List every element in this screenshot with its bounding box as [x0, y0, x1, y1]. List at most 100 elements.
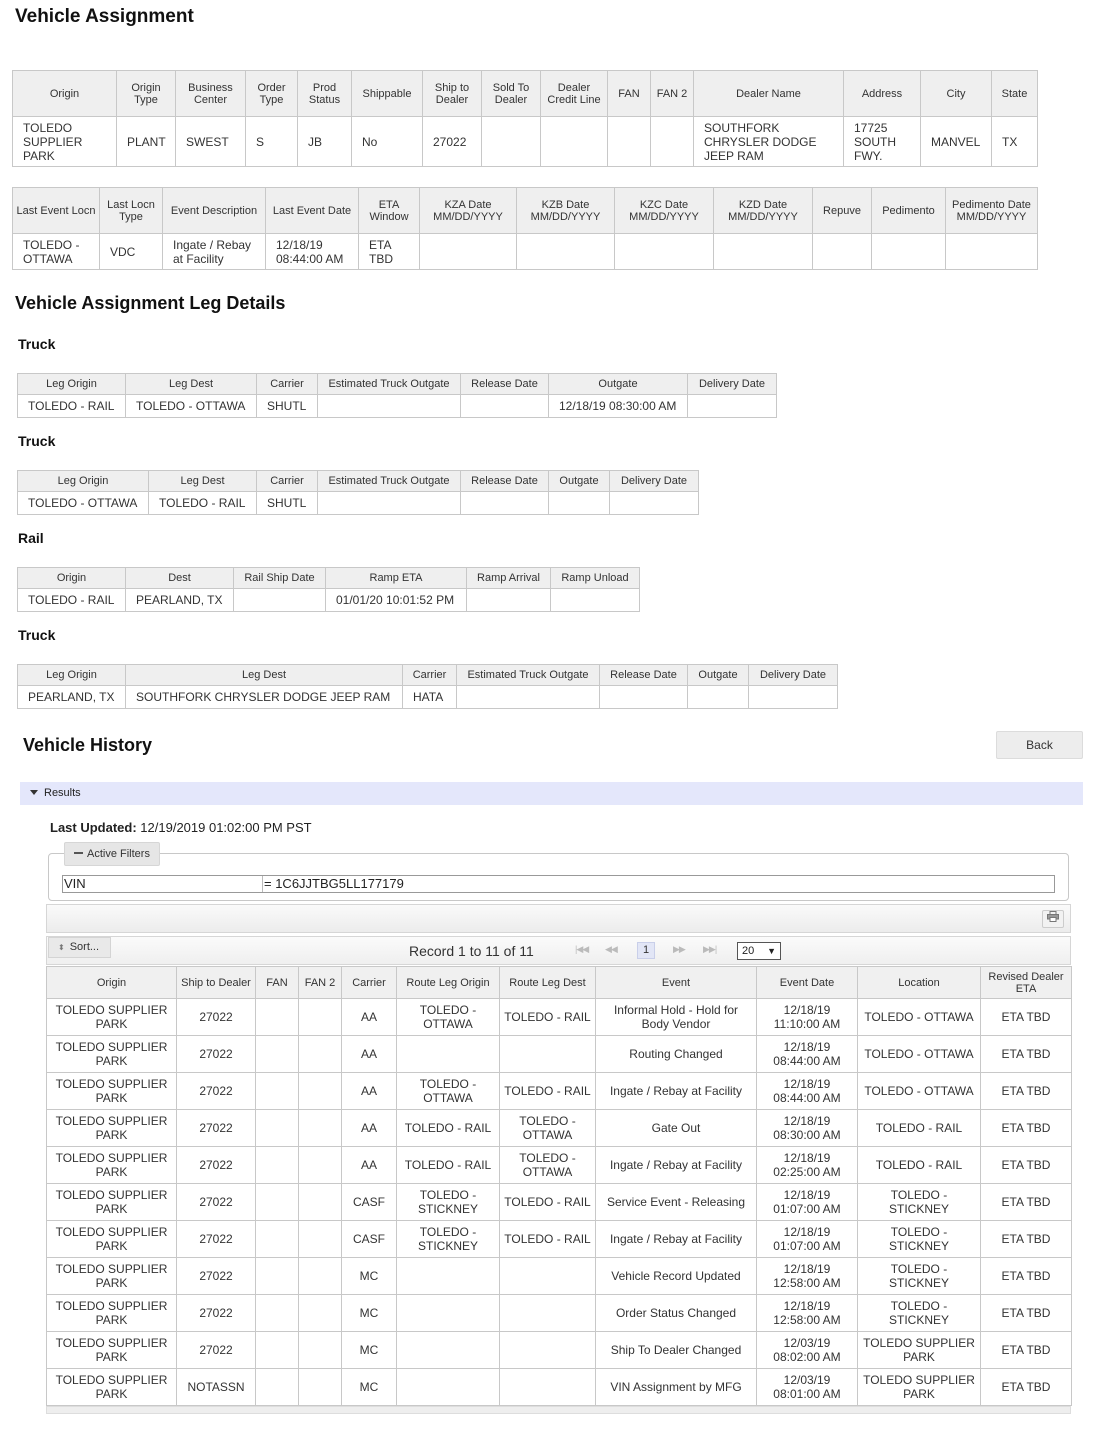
col-origin: Origin: [17, 567, 126, 589]
cell: Ingate / Rebay at Facility: [595, 1220, 757, 1258]
cell: [298, 1368, 342, 1406]
table-row: TOLEDO - OTTAWA VDC Ingate / Rebay at Fa…: [12, 233, 1038, 270]
cell: [650, 116, 694, 167]
col-dest: Dest: [125, 567, 234, 589]
cell: [298, 1220, 342, 1258]
table-row: TOLEDO SUPPLIER PARK 27022 AA TOLEDO - RAIL…: [46, 1146, 1072, 1184]
col-release-date: Release Date: [460, 373, 549, 395]
last-updated-label: Last Updated:: [50, 820, 137, 835]
col-revised-dealer-eta[interactable]: Revised Dealer ETA: [980, 966, 1072, 999]
cell: ETA TBD: [980, 1035, 1072, 1073]
page-number[interactable]: 1: [637, 942, 655, 959]
active-filters-toggle[interactable]: Active Filters: [64, 842, 160, 866]
cell: MC: [341, 1331, 397, 1369]
cell: 12/18/19 12:58:00 AM: [756, 1257, 858, 1295]
cell: Service Event - Releasing: [595, 1183, 757, 1221]
col-delivery-date: Delivery Date: [687, 373, 777, 395]
cell: TOLEDO - RAIL: [499, 1183, 596, 1221]
col-state: State: [991, 70, 1038, 117]
print-icon[interactable]: [1042, 910, 1064, 928]
col-carrier[interactable]: Carrier: [341, 966, 397, 999]
cell: TOLEDO - STICKNEY: [396, 1220, 500, 1258]
cell: TOLEDO SUPPLIER PARK: [46, 1109, 177, 1147]
cell: ETA TBD: [980, 1146, 1072, 1184]
col-fan[interactable]: FAN: [255, 966, 299, 999]
col-shippable: Shippable: [351, 70, 423, 117]
cell: [607, 116, 651, 167]
col-event[interactable]: Event: [595, 966, 757, 999]
last-page-icon[interactable]: ▶▶|: [703, 944, 717, 955]
printer-icon-svg: [1047, 911, 1059, 922]
col-origin[interactable]: Origin: [46, 966, 177, 999]
cell: [945, 233, 1038, 270]
col-dealer-name: Dealer Name: [693, 70, 844, 117]
cell: 27022: [176, 1146, 256, 1184]
prev-page-icon[interactable]: ◀◀: [605, 944, 618, 955]
cell: Order Status Changed: [595, 1294, 757, 1332]
cell: TOLEDO - OTTAWA: [857, 1072, 981, 1110]
col-eta-window: ETA Window: [358, 187, 420, 234]
cell: TOLEDO SUPPLIER PARK: [46, 1035, 177, 1073]
col-ship-to-dealer[interactable]: Ship to Dealer: [176, 966, 256, 999]
col-kzb-date: KZB Date MM/DD/YYYY: [516, 187, 615, 234]
active-filters-label: Active Filters: [87, 848, 150, 860]
cell: 12/18/19 08:44:00 AM: [265, 233, 359, 270]
col-fan-2: FAN 2: [650, 70, 694, 117]
cell: 17725 SOUTH FWY.: [843, 116, 921, 167]
cell: TOLEDO SUPPLIER PARK: [46, 1220, 177, 1258]
record-count: Record 1 to 11 of 11: [409, 943, 534, 959]
col-sold-to-dealer: Sold To Dealer: [481, 70, 541, 117]
cell: ETA TBD: [358, 233, 420, 270]
first-page-icon[interactable]: |◀◀: [575, 944, 589, 955]
filter-value: = 1C6JJTBG5LL177179: [264, 876, 404, 891]
cell: [481, 116, 541, 167]
cell: ETA TBD: [980, 1257, 1072, 1295]
cell: TOLEDO - RAIL: [17, 588, 126, 612]
leg-type-label: Rail: [18, 530, 44, 546]
cell: [460, 491, 549, 515]
col-outgate: Outgate: [548, 470, 610, 492]
col-route-leg-dest[interactable]: Route Leg Dest: [499, 966, 596, 999]
col-release-date: Release Date: [460, 470, 549, 492]
cell: SWEST: [175, 116, 246, 167]
col-carrier: Carrier: [256, 470, 318, 492]
col-leg-dest: Leg Dest: [125, 373, 257, 395]
cell: Ingate / Rebay at Facility: [162, 233, 266, 270]
cell: MC: [341, 1257, 397, 1295]
cell: [317, 394, 461, 418]
event-summary-table: Last Event Locn Last Locn Type Event Des…: [12, 187, 1038, 270]
cell: JB: [297, 116, 352, 167]
cell: [687, 394, 777, 418]
col-fan-2[interactable]: FAN 2: [298, 966, 342, 999]
cell: [255, 998, 299, 1036]
cell: [748, 685, 838, 709]
cell: TOLEDO - OTTAWA: [17, 491, 149, 515]
cell: NOTASSN: [176, 1368, 256, 1406]
cell: [550, 588, 640, 612]
results-panel-header[interactable]: Results: [20, 782, 1083, 805]
sort-button[interactable]: ⬍ Sort...: [48, 937, 111, 958]
cell: Ingate / Rebay at Facility: [595, 1072, 757, 1110]
cell: TOLEDO - OTTAWA: [396, 1072, 500, 1110]
col-prod-status: Prod Status: [297, 70, 352, 117]
cell: PEARLAND, TX: [17, 685, 126, 709]
next-page-icon[interactable]: ▶▶: [673, 944, 686, 955]
cell: [713, 233, 813, 270]
cell: AA: [341, 1146, 397, 1184]
collapse-triangle-icon: [30, 790, 38, 795]
cell: 27022: [176, 1072, 256, 1110]
back-button[interactable]: Back: [996, 731, 1083, 759]
history-title: Vehicle History: [23, 735, 153, 755]
col-route-leg-origin[interactable]: Route Leg Origin: [396, 966, 500, 999]
page-size-select[interactable]: 20 ▼: [737, 942, 781, 960]
cell: [255, 1146, 299, 1184]
col-ramp-unload: Ramp Unload: [550, 567, 640, 589]
cell: TOLEDO - RAIL: [857, 1146, 981, 1184]
cell: [456, 685, 600, 709]
results-label: Results: [44, 787, 81, 799]
table-row: TOLEDO SUPPLIER PARK 27022 AA TOLEDO - RAIL…: [46, 1109, 1072, 1147]
col-location[interactable]: Location: [857, 966, 981, 999]
col-event-date[interactable]: Event Date: [756, 966, 858, 999]
col-origin: Origin: [12, 70, 117, 117]
cell: [255, 1035, 299, 1073]
